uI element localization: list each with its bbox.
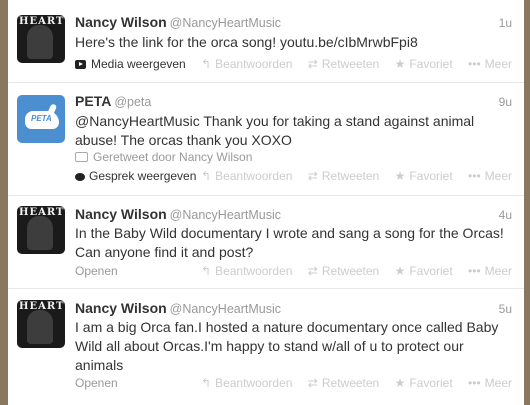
reply-arrow-icon: ↰ <box>201 264 212 278</box>
avatar[interactable]: HEART <box>17 206 65 254</box>
author-name[interactable]: Nancy Wilson <box>75 300 167 316</box>
author-name[interactable]: PETA <box>75 93 111 109</box>
author-name[interactable]: Nancy Wilson <box>75 206 167 222</box>
page-background-right <box>524 0 530 405</box>
tweet-header: Nancy Wilson @NancyHeartMusic <box>75 206 281 222</box>
media-expand-link[interactable]: Media weergeven <box>75 57 186 71</box>
reply-arrow-icon: ↰ <box>201 376 212 390</box>
more-button[interactable]: ••• Meer <box>468 264 512 278</box>
favorite-button[interactable]: ★ Favoriet <box>395 376 453 390</box>
tweet-header: PETA @peta <box>75 93 151 109</box>
timestamp[interactable]: 1u <box>499 16 512 30</box>
more-dots-icon: ••• <box>468 169 481 183</box>
author-name[interactable]: Nancy Wilson <box>75 14 167 30</box>
tweet-actions: ↰ Beantwoorden ⇄ Retweeten ★ Favoriet ••• Me… <box>189 264 512 278</box>
timestamp[interactable]: 9u <box>499 95 512 109</box>
retweet-button[interactable]: ⇄ Retweeten <box>308 264 379 278</box>
more-dots-icon: ••• <box>468 57 481 71</box>
tweet-header: Nancy Wilson @NancyHeartMusic <box>75 300 281 316</box>
tweet-stream: HEART Nancy Wilson @NancyHeartMusic 1u He… <box>8 0 524 405</box>
retweeted-by: Geretweet door Nancy Wilson <box>75 150 252 164</box>
retweet-icon: ⇄ <box>307 169 318 183</box>
open-link[interactable]: Openen <box>75 264 118 278</box>
reply-arrow-icon: ↰ <box>201 169 212 183</box>
star-icon: ★ <box>394 264 406 278</box>
tweet-text: In the Baby Wild documentary I wrote and… <box>75 225 504 260</box>
author-handle[interactable]: @peta <box>114 95 151 109</box>
speech-bubble-icon <box>75 173 85 181</box>
favorite-button[interactable]: ★ Favoriet <box>395 264 453 278</box>
expand-label: Media weergeven <box>91 57 186 71</box>
more-dots-icon: ••• <box>468 264 481 278</box>
conversation-expand-link[interactable]: Gesprek weergeven <box>75 169 196 183</box>
mention-link[interactable]: @NancyHeartMusic <box>75 113 200 129</box>
author-handle[interactable]: @NancyHeartMusic <box>170 302 281 316</box>
retweet-icon: ⇄ <box>307 264 318 278</box>
expand-label: Gesprek weergeven <box>89 169 197 183</box>
more-button[interactable]: ••• Meer <box>468 169 512 183</box>
tweet-header: Nancy Wilson @NancyHeartMusic <box>75 14 281 30</box>
more-dots-icon: ••• <box>468 376 481 390</box>
reply-button[interactable]: ↰ Beantwoorden <box>201 264 292 278</box>
media-play-icon <box>75 60 86 69</box>
tweet-text: Here's the link for the orca song! youtu… <box>75 34 418 50</box>
tweet-actions: ↰ Beantwoorden ⇄ Retweeten ★ Favoriet ••• Me… <box>189 57 512 71</box>
avatar[interactable]: HEART <box>17 300 65 348</box>
tweet-item[interactable]: HEART Nancy Wilson @NancyHeartMusic 1u He… <box>8 0 524 83</box>
retweeted-by-label: Geretweet door Nancy Wilson <box>93 150 253 164</box>
reply-button[interactable]: ↰ Beantwoorden <box>201 376 292 390</box>
star-icon: ★ <box>394 169 406 183</box>
retweet-button[interactable]: ⇄ Retweeten <box>308 169 379 183</box>
star-icon: ★ <box>394 57 406 71</box>
avatar-logo-text: HEART <box>19 301 65 312</box>
avatar-logo-text: HEART <box>19 207 65 218</box>
retweet-button[interactable]: ⇄ Retweeten <box>308 57 379 71</box>
avatar-logo-text: PETA <box>31 114 52 123</box>
reply-button[interactable]: ↰ Beantwoorden <box>201 169 292 183</box>
tweet-actions: ↰ Beantwoorden ⇄ Retweeten ★ Favoriet ••• Me… <box>189 376 512 390</box>
star-icon: ★ <box>394 376 406 390</box>
reply-arrow-icon: ↰ <box>201 57 212 71</box>
retweet-icon: ⇄ <box>307 57 318 71</box>
avatar-figure <box>27 310 53 344</box>
avatar-logo-text: HEART <box>19 16 65 27</box>
page-background-left <box>0 0 8 405</box>
tweet-actions: ↰ Beantwoorden ⇄ Retweeten ★ Favoriet ••• Me… <box>189 169 512 183</box>
reply-button[interactable]: ↰ Beantwoorden <box>201 57 292 71</box>
avatar[interactable]: PETA <box>17 95 65 143</box>
more-button[interactable]: ••• Meer <box>468 376 512 390</box>
tweet-text: @NancyHeartMusic Thank you for taking a … <box>75 112 515 150</box>
favorite-button[interactable]: ★ Favoriet <box>395 57 453 71</box>
avatar-figure <box>27 216 53 250</box>
tweet-item[interactable]: HEART Nancy Wilson @NancyHeartMusic 5u I … <box>8 289 524 405</box>
more-button[interactable]: ••• Meer <box>468 57 512 71</box>
avatar-figure <box>27 25 53 59</box>
open-link[interactable]: Openen <box>75 376 118 390</box>
tweet-text: I am a big Orca fan.I hosted a nature do… <box>75 319 499 373</box>
timestamp[interactable]: 4u <box>499 208 512 222</box>
tweet-item[interactable]: HEART Nancy Wilson @NancyHeartMusic 4u In… <box>8 196 524 289</box>
tweet-item[interactable]: PETA PETA @peta 9u @NancyHeartMusic Thank… <box>8 83 524 196</box>
author-handle[interactable]: @NancyHeartMusic <box>170 16 281 30</box>
retweet-button[interactable]: ⇄ Retweeten <box>308 376 379 390</box>
retweet-icon <box>75 152 88 162</box>
favorite-button[interactable]: ★ Favoriet <box>395 169 453 183</box>
timestamp[interactable]: 5u <box>499 302 512 316</box>
retweet-icon: ⇄ <box>307 376 318 390</box>
author-handle[interactable]: @NancyHeartMusic <box>170 208 281 222</box>
avatar[interactable]: HEART <box>17 15 65 63</box>
